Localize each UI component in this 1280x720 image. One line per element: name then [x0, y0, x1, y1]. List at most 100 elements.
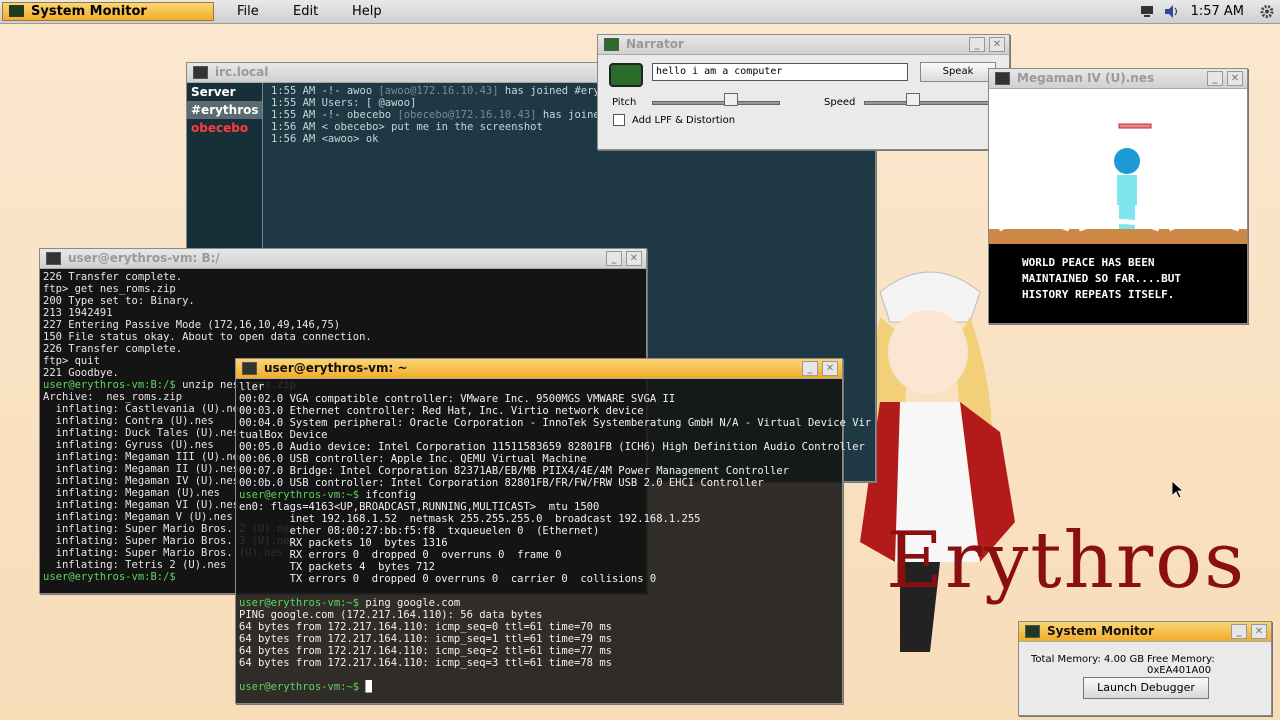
- free-memory-label: Free Memory: 0xEA401A00: [1147, 654, 1215, 676]
- main-terminal-title: user@erythros-vm: ~: [264, 361, 408, 375]
- terminal-line: ether 08:00:27:bb:f5:f8 txqueuelen 0 (Et…: [239, 525, 600, 537]
- emulator-window: Megaman IV (U).nes _ ✕ WORLD PEACE HAS B…: [988, 68, 1248, 324]
- terminal-line: PING google.com (172.217.164.110): 56 da…: [239, 609, 543, 621]
- ftp-terminal-title: user@erythros-vm: B:/: [68, 251, 220, 265]
- menu-file[interactable]: File: [237, 3, 259, 20]
- irc-host: [awoo@172.16.10.43]: [378, 85, 505, 97]
- launch-debugger-button[interactable]: Launch Debugger: [1083, 677, 1209, 699]
- terminal-line: 226 Transfer complete.: [43, 343, 183, 355]
- terminal-line: en0: flags=4163<UP,BROADCAST,RUNNING,MUL…: [239, 501, 600, 513]
- terminal-icon: [242, 362, 257, 375]
- terminal-line: 00:04.0 System peripheral: Oracle Corpor…: [239, 417, 872, 429]
- robot-face-icon: [609, 63, 643, 87]
- terminal-line: 213 1942491: [43, 307, 113, 319]
- pitch-slider[interactable]: [652, 101, 780, 105]
- close-button[interactable]: ✕: [626, 251, 642, 266]
- menu-edit[interactable]: Edit: [293, 3, 318, 20]
- terminal-line: ller: [239, 381, 265, 393]
- terminal-line: TX packets 4 bytes 712: [239, 561, 435, 573]
- lpf-label: Add LPF & Distortion: [632, 115, 736, 126]
- speed-slider-thumb[interactable]: [905, 93, 920, 106]
- terminal-line: 64 bytes from 172.217.164.110: icmp_seq=…: [239, 657, 612, 669]
- shell-prompt: user@erythros-vm:~$: [239, 681, 360, 693]
- minimize-button[interactable]: _: [969, 37, 985, 52]
- terminal-line: TX errors 0 dropped 0 overruns 0 carrier…: [239, 573, 657, 585]
- pitch-slider-thumb[interactable]: [724, 93, 739, 106]
- clock[interactable]: 1:57 AM: [1191, 3, 1244, 20]
- minimize-button[interactable]: _: [606, 251, 622, 266]
- narrator-window: Narrator _ ✕ hello i am a computer Speak…: [597, 34, 1010, 150]
- irc-title: irc.local: [215, 65, 269, 79]
- system-monitor-title: System Monitor: [1047, 624, 1154, 638]
- prompt-line: user@erythros-vm:~$ ping google.com: [239, 597, 461, 609]
- lpf-checkbox[interactable]: [613, 114, 625, 126]
- terminal-line: ftp> get nes_roms.zip: [43, 283, 176, 295]
- mouse-cursor-icon: [1172, 481, 1184, 499]
- robot-icon: [604, 38, 619, 51]
- narrator-title: Narrator: [626, 37, 684, 51]
- gamepad-icon: [995, 72, 1010, 85]
- terminal-line: tualBox Device: [239, 429, 328, 441]
- menu-help[interactable]: Help: [352, 3, 382, 20]
- close-button[interactable]: ✕: [989, 37, 1005, 52]
- system-monitor-titlebar[interactable]: System Monitor _ ✕: [1019, 622, 1271, 642]
- terminal-line: 64 bytes from 172.217.164.110: icmp_seq=…: [239, 633, 612, 645]
- pitch-label: Pitch: [612, 97, 637, 108]
- terminal-line: 200 Type set to: Binary.: [43, 295, 195, 307]
- prompt-line: user@erythros-vm:~$ █: [239, 681, 871, 693]
- irc-host: [obecebo@172.16.10.43]: [397, 109, 543, 121]
- monitor-icon: [9, 5, 24, 17]
- terminal-line: RX errors 0 dropped 0 overruns 0 frame 0: [239, 549, 562, 561]
- minimize-button[interactable]: _: [1207, 71, 1223, 86]
- speak-button[interactable]: Speak: [920, 62, 996, 82]
- terminal-line: 150 File status okay. About to open data…: [43, 331, 372, 343]
- terminal-line: 00:06.0 USB controller: Apple Inc. QEMU …: [239, 453, 587, 465]
- main-terminal-output[interactable]: ller 00:02.0 VGA compatible controller: V…: [239, 381, 871, 693]
- volume-icon[interactable]: [1163, 4, 1179, 19]
- shell-prompt: user@erythros-vm:B:/$: [43, 379, 176, 391]
- brand-logo-text: Erythros: [886, 516, 1247, 606]
- close-button[interactable]: ✕: [1227, 71, 1243, 86]
- prompt-line: user@erythros-vm:~$ ifconfig: [239, 489, 417, 501]
- top-panel: System Monitor File Edit Help 1:57 AM: [0, 0, 1280, 24]
- main-terminal-titlebar[interactable]: user@erythros-vm: ~ _ ✕: [236, 359, 842, 379]
- speech-text-input[interactable]: hello i am a computer: [652, 63, 908, 81]
- ftp-terminal-titlebar[interactable]: user@erythros-vm: B:/ _ ✕: [40, 249, 646, 269]
- game-screen[interactable]: [989, 89, 1247, 244]
- minimize-button[interactable]: _: [802, 361, 818, 376]
- minimize-button[interactable]: _: [1231, 624, 1247, 639]
- shell-prompt: user@erythros-vm:~$: [239, 489, 360, 501]
- terminal-line: 00:05.0 Audio device: Intel Corporation …: [239, 441, 865, 453]
- app-menu-label: System Monitor: [31, 4, 147, 19]
- game-story-text: WORLD PEACE HAS BEEN MAINTAINED SO FAR..…: [1022, 256, 1181, 301]
- speed-label: Speed: [824, 97, 856, 108]
- channel-erythros[interactable]: #erythros: [187, 101, 262, 119]
- channel-server[interactable]: Server: [187, 83, 262, 101]
- text-cursor: █: [365, 681, 372, 693]
- terminal-line: 00:0b.0 USB controller: Intel Corporatio…: [239, 477, 764, 489]
- app-menu-button[interactable]: System Monitor: [2, 2, 214, 21]
- chat-icon: [193, 66, 208, 79]
- total-memory-label: Total Memory: 4.00 GB: [1031, 654, 1145, 665]
- system-monitor-window: System Monitor _ ✕ Total Memory: 4.00 GB…: [1018, 621, 1272, 716]
- close-button[interactable]: ✕: [1251, 624, 1267, 639]
- terminal-line: 227 Entering Passive Mode (172,16,10,49,…: [43, 319, 341, 331]
- terminal-line: 00:02.0 VGA compatible controller: VMwar…: [239, 393, 676, 405]
- terminal-line: 64 bytes from 172.217.164.110: icmp_seq=…: [239, 621, 612, 633]
- terminal-line: 226 Transfer complete.: [43, 271, 183, 283]
- speed-slider[interactable]: [864, 101, 992, 105]
- gear-icon[interactable]: [1259, 4, 1275, 19]
- close-button[interactable]: ✕: [822, 361, 838, 376]
- shell-prompt: user@erythros-vm:B:/$: [43, 571, 176, 583]
- terminal-line: inet 192.168.1.52 netmask 255.255.255.0 …: [239, 513, 701, 525]
- shell-prompt: user@erythros-vm:~$: [239, 597, 360, 609]
- narrator-titlebar[interactable]: Narrator _ ✕: [598, 35, 1009, 55]
- main-terminal-window: user@erythros-vm: ~ _ ✕ ller 00:02.0 VGA …: [235, 358, 871, 704]
- emulator-title: Megaman IV (U).nes: [1017, 71, 1155, 85]
- terminal-icon: [46, 252, 61, 265]
- channel-obecebo[interactable]: obecebo: [187, 119, 262, 137]
- emulator-titlebar[interactable]: Megaman IV (U).nes _ ✕: [989, 69, 1247, 89]
- network-icon[interactable]: [1139, 4, 1155, 19]
